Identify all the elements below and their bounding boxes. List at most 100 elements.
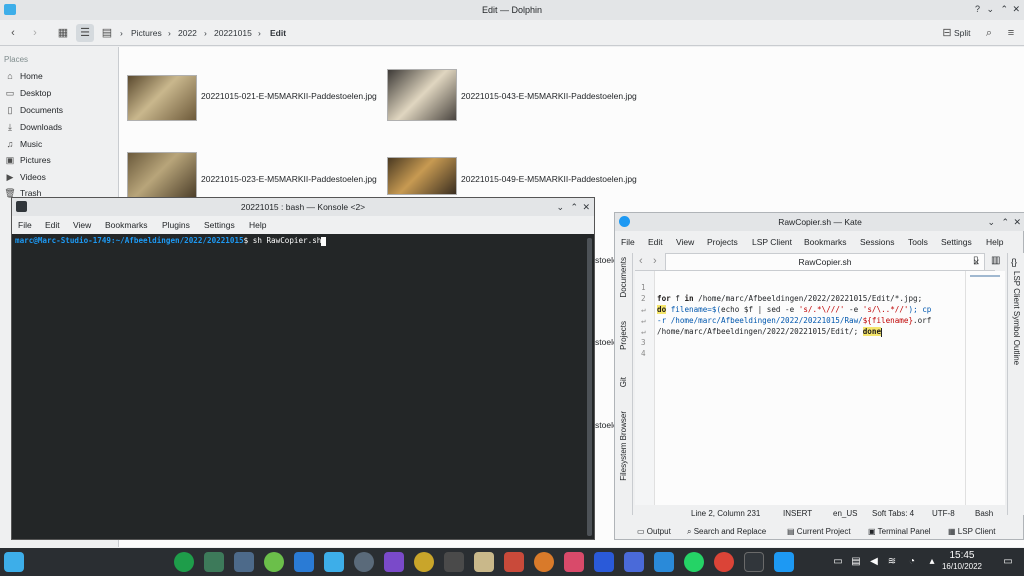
- kate-task-icon[interactable]: [774, 552, 794, 572]
- breadcrumb-pictures[interactable]: Pictures: [131, 20, 162, 46]
- mail-app-icon[interactable]: [654, 552, 674, 572]
- word-app-icon[interactable]: [594, 552, 614, 572]
- whatsapp-icon[interactable]: [684, 552, 704, 572]
- volume-tray-icon[interactable]: ◀: [868, 556, 880, 568]
- dictionary[interactable]: en_US: [833, 505, 857, 523]
- breadcrumb-20221015[interactable]: 20221015: [214, 20, 252, 46]
- minimize-icon[interactable]: ⌄: [987, 213, 995, 231]
- close-icon[interactable]: ✕: [1013, 213, 1021, 231]
- menu-settings[interactable]: Settings: [204, 216, 235, 234]
- cursor-position[interactable]: Line 2, Column 231: [691, 505, 760, 523]
- forward-icon[interactable]: ›: [26, 24, 44, 42]
- breadcrumb-edit[interactable]: Edit: [270, 20, 286, 46]
- menu-help[interactable]: Help: [249, 216, 266, 234]
- help-icon[interactable]: ?: [975, 0, 980, 18]
- terminal-scrollbar[interactable]: [587, 238, 592, 536]
- clipboard-tray-icon[interactable]: ▤: [850, 556, 862, 568]
- minimize-icon[interactable]: ⌄: [986, 0, 994, 18]
- minimap[interactable]: [965, 271, 1005, 505]
- file-item[interactable]: 20221015-021-E-M5MARKII-Paddestoelen.jpg: [127, 75, 387, 125]
- office-app-icon[interactable]: [504, 552, 524, 572]
- maximize-icon[interactable]: ⌃: [1001, 213, 1009, 231]
- maximize-icon[interactable]: ⌃: [570, 198, 578, 216]
- icons-view-icon[interactable]: ▦: [54, 24, 72, 42]
- terminal-area[interactable]: marc@Marc-Studio-1749:~/Afbeeldingen/202…: [12, 234, 594, 539]
- details-view-icon[interactable]: ▤: [98, 24, 116, 42]
- sidebar-item-desktop[interactable]: ▭ Desktop: [4, 85, 114, 101]
- network-tray-icon[interactable]: ≋: [886, 556, 898, 568]
- konsole-titlebar[interactable]: 20221015 : bash — Konsole <2> ⌄ ⌃ ✕: [12, 198, 594, 216]
- menu-edit[interactable]: Edit: [648, 233, 663, 251]
- menu-projects[interactable]: Projects: [707, 233, 738, 251]
- app-launcher-icon[interactable]: [4, 552, 24, 572]
- settings-app-icon[interactable]: [234, 552, 254, 572]
- terminal-panel-button[interactable]: ▣ Terminal Panel: [868, 523, 931, 541]
- tool-lsp-symbol-outline[interactable]: LSP Client Symbol Outline: [1012, 271, 1021, 365]
- menu-file[interactable]: File: [18, 216, 32, 234]
- wizard-app-icon[interactable]: [384, 552, 404, 572]
- tab-forward-icon[interactable]: ›: [653, 255, 657, 267]
- close-icon[interactable]: ✕: [582, 198, 590, 216]
- menu-tools[interactable]: Tools: [908, 233, 928, 251]
- editor-app-icon[interactable]: [624, 552, 644, 572]
- sidebar-item-downloads[interactable]: ⤓ Downloads: [4, 119, 114, 135]
- sidebar-item-documents[interactable]: ▯ Documents: [4, 102, 114, 118]
- chrome-icon[interactable]: [714, 552, 734, 572]
- code-editor[interactable]: for f in /home/marc/Afbeeldingen/2022/20…: [655, 271, 965, 505]
- breadcrumb-2022[interactable]: 2022: [178, 20, 197, 46]
- sidebar-item-home[interactable]: ⌂ Home: [4, 68, 114, 84]
- menu-file[interactable]: File: [621, 233, 635, 251]
- sidebar-item-music[interactable]: ♫ Music: [4, 136, 114, 152]
- tool-documents[interactable]: Documents: [619, 257, 628, 297]
- system-monitor-icon[interactable]: [204, 552, 224, 572]
- dolphin-titlebar[interactable]: Edit — Dolphin ? ⌄ ⌃ ✕: [0, 0, 1024, 20]
- output-button[interactable]: ▭ Output: [637, 523, 671, 541]
- search-replace-button[interactable]: ⌕ Search and Replace: [687, 523, 766, 541]
- sidebar-item-pictures[interactable]: ▣ Pictures: [4, 152, 114, 168]
- show-desktop-icon[interactable]: ▭: [1002, 556, 1014, 568]
- split-view-icon[interactable]: ▯: [973, 255, 979, 266]
- browser-app-icon[interactable]: [264, 552, 284, 572]
- file-item[interactable]: 20221015-043-E-M5MARKII-Paddestoelen.jpg: [387, 69, 647, 121]
- close-icon[interactable]: ✕: [1012, 0, 1020, 18]
- split-button[interactable]: Split: [954, 20, 971, 46]
- syntax-mode[interactable]: Bash: [975, 505, 993, 523]
- expand-tray-icon[interactable]: ▴: [926, 556, 938, 568]
- menu-edit[interactable]: Edit: [45, 216, 60, 234]
- photo-app-icon[interactable]: [564, 552, 584, 572]
- dolphin-task-icon[interactable]: [324, 552, 344, 572]
- menu-plugins[interactable]: Plugins: [162, 216, 190, 234]
- tab-back-icon[interactable]: ‹: [639, 255, 643, 267]
- color-app-icon[interactable]: [414, 552, 434, 572]
- menu-sessions[interactable]: Sessions: [860, 233, 895, 251]
- konsole-task-icon[interactable]: [744, 552, 764, 572]
- lsp-client-button[interactable]: ▦ LSP Client: [948, 523, 995, 541]
- menu-bookmarks[interactable]: Bookmarks: [105, 216, 148, 234]
- notes-tray-icon[interactable]: ▭: [832, 556, 844, 568]
- minimize-icon[interactable]: ⌄: [556, 198, 564, 216]
- menu-lsp-client[interactable]: LSP Client: [752, 233, 792, 251]
- image-app-icon[interactable]: [474, 552, 494, 572]
- menu-bookmarks[interactable]: Bookmarks: [804, 233, 847, 251]
- menu-settings[interactable]: Settings: [941, 233, 972, 251]
- refresh-app-icon[interactable]: [174, 552, 194, 572]
- files-app-icon[interactable]: [294, 552, 314, 572]
- menu-view[interactable]: View: [73, 216, 91, 234]
- clock-app-icon[interactable]: [354, 552, 374, 572]
- wifi-tray-icon[interactable]: ◔: [906, 556, 918, 568]
- menu-view[interactable]: View: [676, 233, 694, 251]
- columns-icon[interactable]: ▥: [991, 255, 1000, 266]
- media-app-icon[interactable]: [534, 552, 554, 572]
- clock[interactable]: 15:45 16/10/2022: [942, 550, 982, 572]
- hamburger-menu-icon[interactable]: ≡: [1002, 24, 1020, 42]
- menu-help[interactable]: Help: [986, 233, 1003, 251]
- tab-rawcopier[interactable]: RawCopier.sh ✕: [665, 253, 985, 271]
- sidebar-item-videos[interactable]: ▶ Videos: [4, 169, 114, 185]
- back-icon[interactable]: ‹: [4, 24, 22, 42]
- tool-projects[interactable]: Projects: [619, 321, 628, 350]
- compact-view-icon[interactable]: ☰: [76, 24, 94, 42]
- tool-git[interactable]: Git: [619, 377, 628, 387]
- encoding[interactable]: UTF-8: [932, 505, 955, 523]
- input-mode[interactable]: INSERT: [783, 505, 812, 523]
- file-item[interactable]: 20221015-023-E-M5MARKII-Paddestoelen.jpg: [127, 152, 387, 202]
